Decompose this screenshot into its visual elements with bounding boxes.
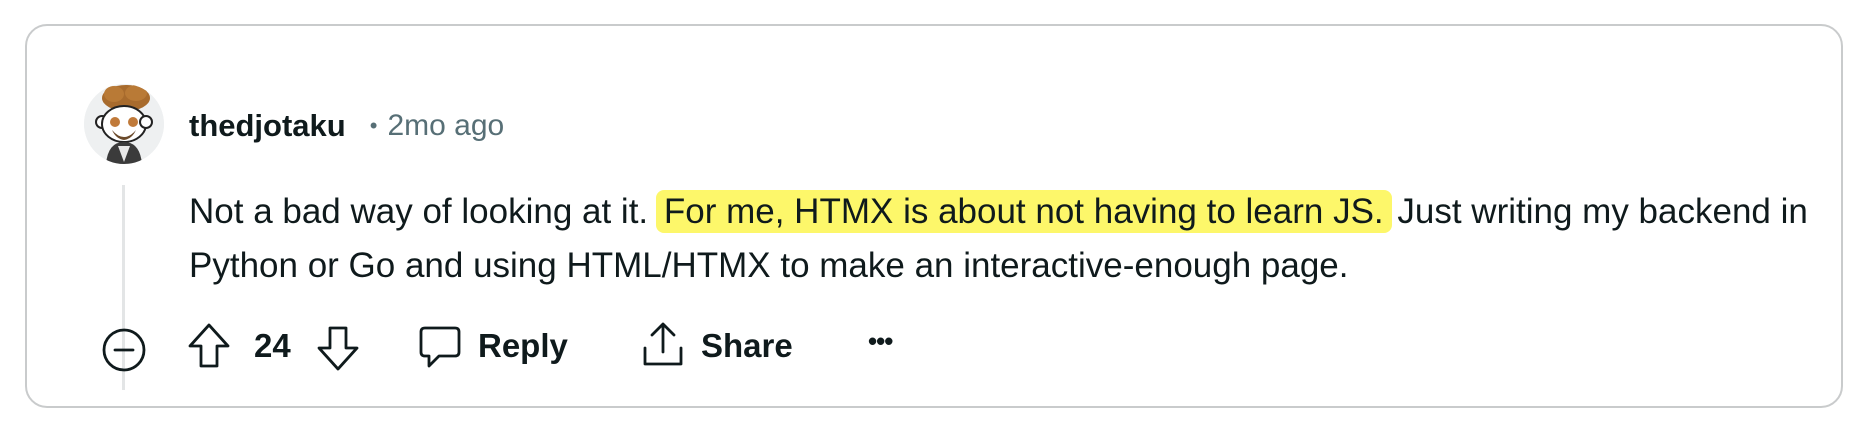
minus-circle-icon[interactable] (100, 326, 148, 374)
speech-bubble-icon (419, 326, 461, 368)
timestamp[interactable]: 2mo ago (387, 109, 504, 143)
arrow-up-icon[interactable] (186, 322, 232, 370)
vote-count: 24 (254, 327, 291, 364)
comment-body: Not a bad way of looking at it. For me, … (189, 185, 1809, 293)
reply-label: Reply (478, 327, 568, 364)
share-icon (643, 322, 683, 366)
comment-text-before: Not a bad way of looking at it. (189, 192, 649, 231)
avatar[interactable] (84, 84, 164, 164)
comment-text-highlighted: For me, HTMX is about not having to lear… (655, 190, 1392, 233)
arrow-down-icon[interactable] (315, 324, 361, 372)
avatar-image (84, 84, 164, 164)
comment-meta: thedjotaku • 2mo ago (189, 106, 504, 146)
meta-separator: • (369, 113, 378, 138)
share-label: Share (701, 327, 793, 364)
username[interactable]: thedjotaku (189, 108, 346, 144)
more-options-button[interactable]: ••• (868, 318, 893, 364)
